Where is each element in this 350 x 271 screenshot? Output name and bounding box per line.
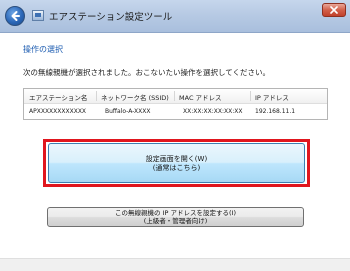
cell-ssid: Buffalo-A-XXXX (105, 108, 151, 115)
close-button[interactable] (322, 3, 346, 17)
column-header-ip: IP アドレス (255, 94, 289, 102)
cell-ip: 192.168.11.1 (255, 108, 296, 115)
cell-mac: XX:XX:XX:XX:XX:XX (183, 108, 243, 115)
back-button[interactable] (5, 6, 25, 26)
window-title: エアステーション設定ツール (49, 12, 173, 23)
column-header-mac: MAC アドレス (179, 94, 222, 102)
column-divider (250, 91, 251, 101)
close-icon (330, 6, 338, 14)
app-icon (32, 10, 44, 21)
table-header: エアステーション名 ネットワーク名 (SSID) MAC アドレス IP アドレ… (24, 89, 327, 104)
app-window: エアステーション設定ツール 操作の選択 次の無線親機が選択されました。おこないた… (0, 0, 350, 271)
column-divider (96, 91, 97, 101)
set-ip-address-label: この無線親機の IP アドレスを設定する(I) (115, 209, 236, 217)
column-divider (174, 91, 175, 101)
column-header-ssid: ネットワーク名 (SSID) (101, 94, 169, 102)
set-ip-address-button[interactable]: この無線親機の IP アドレスを設定する(I) (上級者・管理者向け) (47, 207, 304, 227)
title-bar: エアステーション設定ツール (0, 0, 350, 33)
bottom-bar (0, 258, 350, 271)
open-settings-button[interactable]: 設定画面を開く(W) (通常はこちら) (48, 143, 305, 183)
cell-station-name: APXXXXXXXXXXXX (29, 108, 87, 115)
section-title: 操作の選択 (23, 45, 63, 54)
instruction-text: 次の無線親機が選択されました。おこないたい操作を選択してください。 (23, 68, 271, 77)
back-arrow-icon (11, 11, 20, 21)
open-settings-label: 設定画面を開く(W) (145, 155, 208, 163)
open-settings-sublabel: (通常はこちら) (152, 164, 201, 172)
device-table: エアステーション名 ネットワーク名 (SSID) MAC アドレス IP アドレ… (23, 88, 328, 120)
column-header-station-name: エアステーション名 (29, 94, 88, 102)
set-ip-address-sublabel: (上級者・管理者向け) (143, 217, 208, 225)
